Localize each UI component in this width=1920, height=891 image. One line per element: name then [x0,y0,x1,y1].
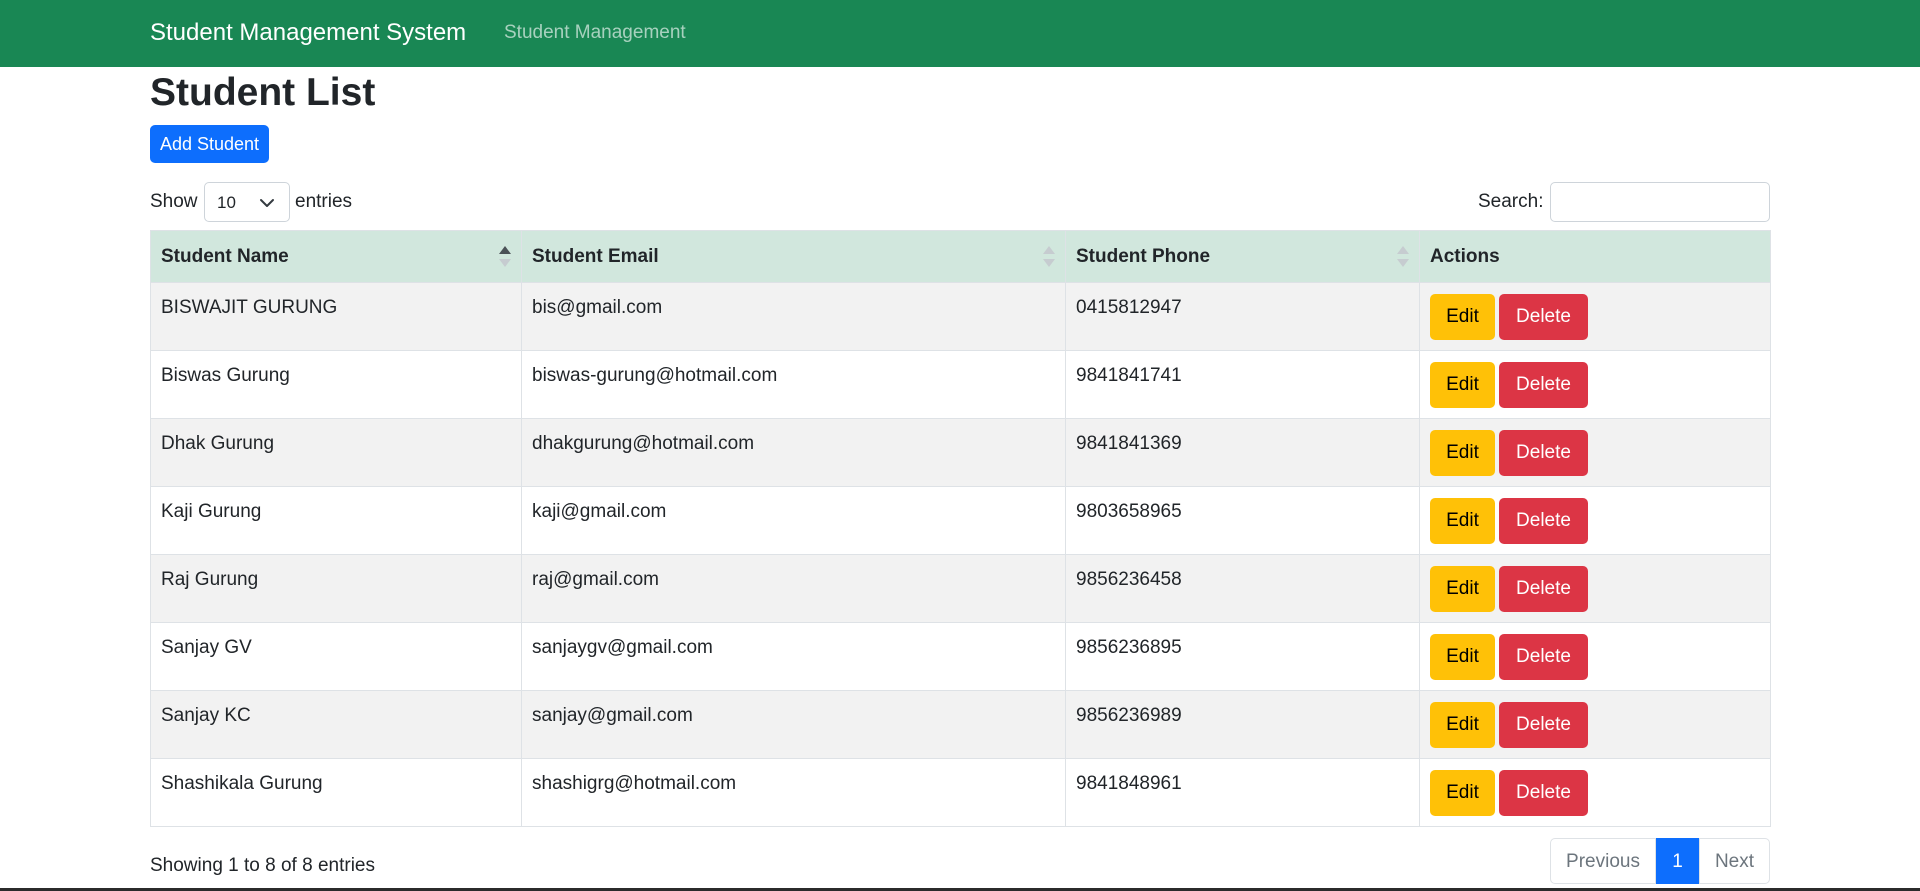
cell-name: Sanjay KC [150,690,522,759]
edit-button[interactable]: Edit [1430,770,1495,816]
edit-button[interactable]: Edit [1430,498,1495,544]
column-header-label: Actions [1430,245,1500,267]
cell-email: sanjay@gmail.com [521,690,1066,759]
entries-select-value: 10 [217,193,236,212]
table-header-row: Student Name Student Email Student Phone… [150,230,1771,283]
cell-actions: Edit Delete [1419,282,1771,351]
delete-button[interactable]: Delete [1499,430,1588,476]
chevron-down-icon [260,199,274,207]
page-title: Student List [150,71,376,114]
edit-button[interactable]: Edit [1430,634,1495,680]
cell-phone: 9841841741 [1065,350,1420,419]
search-label: Search: [1478,191,1544,212]
column-header-student-phone[interactable]: Student Phone [1065,230,1420,283]
cell-actions: Edit Delete [1419,486,1771,555]
delete-button[interactable]: Delete [1499,702,1588,748]
cell-email: dhakgurung@hotmail.com [521,418,1066,487]
column-header-student-name[interactable]: Student Name [150,230,522,283]
cell-name: Dhak Gurung [150,418,522,487]
edit-button[interactable]: Edit [1430,702,1495,748]
cell-email: bis@gmail.com [521,282,1066,351]
delete-button[interactable]: Delete [1499,294,1588,340]
cell-phone: 9841848961 [1065,758,1420,827]
column-header-label: Student Name [161,245,289,267]
column-header-label: Student Phone [1076,245,1211,267]
pagination-next[interactable]: Next [1699,838,1770,884]
add-student-button[interactable]: Add Student [150,125,269,163]
edit-button[interactable]: Edit [1430,566,1495,612]
entries-select[interactable]: 10 [204,182,290,222]
cell-phone: 9803658965 [1065,486,1420,555]
cell-phone: 0415812947 [1065,282,1420,351]
column-header-student-email[interactable]: Student Email [521,230,1066,283]
cell-email: sanjaygv@gmail.com [521,622,1066,691]
cell-actions: Edit Delete [1419,690,1771,759]
navbar-brand[interactable]: Student Management System [150,18,466,48]
sort-ascending-icon [499,246,511,268]
cell-actions: Edit Delete [1419,622,1771,691]
navbar: Student Management System Student Manage… [0,0,1920,67]
delete-button[interactable]: Delete [1499,362,1588,408]
pagination-page-1[interactable]: 1 [1656,838,1699,884]
table-row: Raj Gurung raj@gmail.com 9856236458 Edit… [150,554,1771,623]
cell-email: biswas-gurung@hotmail.com [521,350,1066,419]
entries-label: entries [295,191,353,212]
edit-button[interactable]: Edit [1430,294,1495,340]
cell-email: kaji@gmail.com [521,486,1066,555]
cell-actions: Edit Delete [1419,758,1771,827]
delete-button[interactable]: Delete [1499,498,1588,544]
sort-icon [1043,246,1055,268]
cell-name: BISWAJIT GURUNG [150,282,522,351]
table-row: Shashikala Gurung shashigrg@hotmail.com … [150,758,1771,827]
pagination-previous[interactable]: Previous [1550,838,1656,884]
cell-name: Kaji Gurung [150,486,522,555]
cell-email: raj@gmail.com [521,554,1066,623]
cell-phone: 9856236458 [1065,554,1420,623]
cell-actions: Edit Delete [1419,418,1771,487]
cell-name: Biswas Gurung [150,350,522,419]
column-header-label: Student Email [532,245,659,267]
cell-phone: 9856236989 [1065,690,1420,759]
cell-name: Raj Gurung [150,554,522,623]
sort-icon [1397,246,1409,268]
edit-button[interactable]: Edit [1430,430,1495,476]
table-info: Showing 1 to 8 of 8 entries [150,855,375,876]
delete-button[interactable]: Delete [1499,634,1588,680]
pagination: Previous 1 Next [1550,838,1770,884]
nav-link-student-management[interactable]: Student Management [504,21,686,45]
table-row: Biswas Gurung biswas-gurung@hotmail.com … [150,350,1771,419]
delete-button[interactable]: Delete [1499,770,1588,816]
students-table: Student Name Student Email Student Phone… [150,230,1771,827]
table-row: Kaji Gurung kaji@gmail.com 9803658965 Ed… [150,486,1771,555]
cell-phone: 9841841369 [1065,418,1420,487]
cell-phone: 9856236895 [1065,622,1420,691]
table-row: Dhak Gurung dhakgurung@hotmail.com 98418… [150,418,1771,487]
cell-actions: Edit Delete [1419,350,1771,419]
search-input[interactable] [1550,182,1770,222]
cell-name: Sanjay GV [150,622,522,691]
show-label: Show [150,191,198,212]
table-row: Sanjay KC sanjay@gmail.com 9856236989 Ed… [150,690,1771,759]
edit-button[interactable]: Edit [1430,362,1495,408]
table-row: Sanjay GV sanjaygv@gmail.com 9856236895 … [150,622,1771,691]
column-header-actions: Actions [1419,230,1771,283]
delete-button[interactable]: Delete [1499,566,1588,612]
cell-actions: Edit Delete [1419,554,1771,623]
cell-email: shashigrg@hotmail.com [521,758,1066,827]
table-row: BISWAJIT GURUNG bis@gmail.com 0415812947… [150,282,1771,351]
cell-name: Shashikala Gurung [150,758,522,827]
